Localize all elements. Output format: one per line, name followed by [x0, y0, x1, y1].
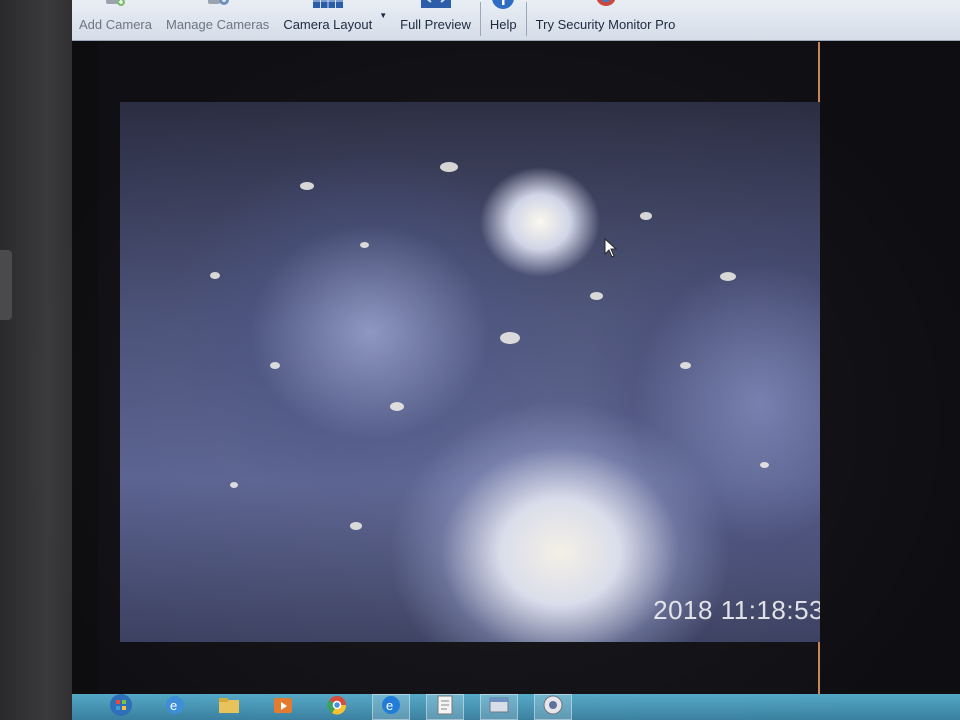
feed-highlight [720, 272, 736, 281]
feed-highlight [350, 522, 362, 530]
full-preview-button[interactable]: Full Preview [393, 0, 478, 40]
taskbar-security-monitor[interactable] [534, 694, 572, 720]
toolbar: Add Camera Manage Cameras Camera Layout … [72, 0, 960, 41]
security-monitor-pro-icon [595, 0, 617, 11]
try-security-monitor-pro-button[interactable]: Try Security Monitor Pro [529, 0, 683, 40]
toolbar-separator [479, 2, 481, 36]
help-label: Help [489, 17, 517, 32]
file-explorer-icon [217, 695, 241, 720]
taskbar-app-window[interactable] [480, 694, 518, 720]
try-security-monitor-pro-label: Try Security Monitor Pro [535, 17, 676, 32]
help-button[interactable]: Help [483, 0, 524, 40]
manage-cameras-icon [206, 0, 230, 11]
start-button[interactable] [102, 693, 140, 720]
monitor-bezel [0, 0, 78, 720]
camera-timestamp: 2018 11:18:53 [653, 595, 824, 626]
mouse-pointer-icon [604, 238, 618, 258]
camera-feed[interactable]: 2018 11:18:53 [120, 102, 834, 642]
manage-cameras-label: Manage Cameras [165, 17, 270, 32]
feed-highlight [760, 462, 769, 468]
toolbar-separator [525, 2, 527, 36]
svg-text:e: e [386, 698, 393, 713]
feed-highlight [680, 362, 691, 369]
app-window-icon [488, 695, 510, 720]
monitor-button [0, 250, 12, 320]
taskbar-chrome[interactable] [318, 694, 356, 720]
document-icon [436, 694, 454, 720]
camera-layout-icon [312, 0, 343, 11]
camera-layout-label: Camera Layout [283, 17, 373, 32]
feed-highlight [230, 482, 238, 488]
media-player-icon [272, 695, 294, 720]
add-camera-button[interactable]: Add Camera [72, 0, 159, 40]
camera-viewport[interactable]: 2018 11:18:53 [98, 42, 834, 694]
full-preview-icon [420, 0, 451, 11]
add-camera-icon [104, 0, 126, 11]
taskbar: e e [72, 693, 960, 720]
screen: Add Camera Manage Cameras Camera Layout … [72, 0, 960, 720]
feed-highlight [270, 362, 280, 369]
manage-cameras-button[interactable]: Manage Cameras [159, 0, 276, 40]
taskbar-document[interactable] [426, 694, 464, 720]
timestamp-date: 2018 [653, 595, 713, 625]
feed-highlight [440, 162, 458, 172]
taskbar-internet-explorer[interactable]: e [156, 694, 194, 720]
camera-layout-dropdown-icon[interactable]: ▼ [379, 11, 387, 20]
feed-highlight [390, 402, 404, 411]
camera-layout-button[interactable]: Camera Layout [276, 0, 379, 40]
chrome-icon [326, 694, 348, 720]
side-panel [820, 42, 960, 694]
security-monitor-taskbar-icon [542, 694, 564, 720]
feed-highlight [210, 272, 220, 279]
taskbar-media-player[interactable] [264, 694, 302, 720]
taskbar-edge-browser[interactable]: e [372, 694, 410, 720]
feed-highlight [360, 242, 369, 248]
timestamp-time: 11:18:53 [720, 595, 824, 625]
feed-highlight [590, 292, 603, 300]
help-icon [491, 0, 515, 13]
feed-highlight [500, 332, 520, 344]
feed-highlight [300, 182, 314, 190]
feed-highlight [640, 212, 652, 220]
taskbar-file-explorer[interactable] [210, 694, 248, 720]
edge-browser-icon: e [380, 694, 402, 720]
start-button-icon [109, 693, 133, 720]
internet-explorer-icon: e [164, 694, 186, 720]
add-camera-label: Add Camera [79, 17, 152, 32]
svg-text:e: e [170, 698, 177, 713]
full-preview-label: Full Preview [400, 17, 471, 32]
